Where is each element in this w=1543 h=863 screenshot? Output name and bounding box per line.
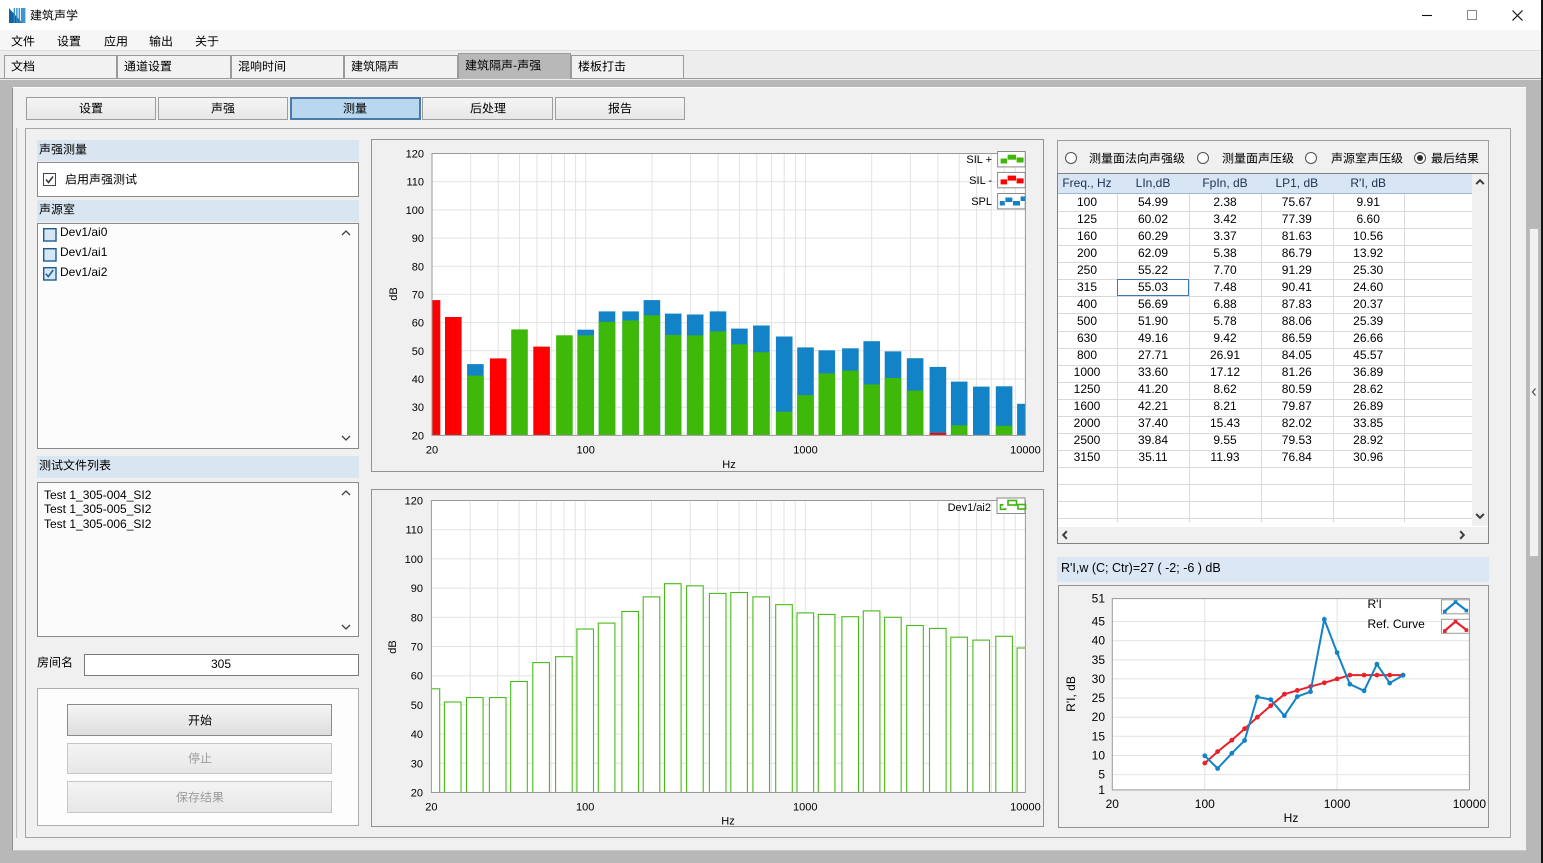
svg-text:20: 20	[411, 787, 423, 799]
svg-text:25: 25	[1092, 691, 1106, 705]
svg-text:30: 30	[1092, 671, 1106, 685]
svg-text:15: 15	[1092, 729, 1106, 743]
svg-text:10: 10	[1092, 748, 1106, 762]
svg-text:SPL: SPL	[971, 196, 992, 208]
svg-text:20: 20	[412, 430, 424, 442]
svg-text:30: 30	[411, 758, 423, 770]
svg-text:40: 40	[412, 374, 424, 386]
svg-text:R'I, dB: R'I, dB	[1064, 676, 1078, 712]
svg-text:40: 40	[1092, 633, 1106, 647]
svg-text:R'I: R'I	[1368, 597, 1382, 611]
svg-text:Ref. Curve: Ref. Curve	[1368, 617, 1426, 631]
svg-text:35: 35	[1092, 652, 1106, 666]
svg-text:70: 70	[412, 289, 424, 301]
svg-text:1000: 1000	[793, 801, 817, 813]
svg-text:90: 90	[412, 233, 424, 245]
svg-text:60: 60	[412, 318, 424, 330]
svg-text:100: 100	[405, 553, 423, 565]
svg-text:80: 80	[412, 261, 424, 273]
svg-text:51: 51	[1092, 591, 1106, 605]
svg-text:70: 70	[411, 641, 423, 653]
svg-text:dB: dB	[388, 287, 400, 300]
svg-text:50: 50	[411, 699, 423, 711]
svg-text:Hz: Hz	[722, 459, 735, 471]
svg-text:Dev1/ai2: Dev1/ai2	[948, 502, 991, 514]
svg-text:20: 20	[425, 801, 437, 813]
svg-text:110: 110	[406, 177, 424, 189]
svg-text:Hz: Hz	[1284, 811, 1299, 825]
svg-text:60: 60	[411, 670, 423, 682]
svg-text:50: 50	[412, 346, 424, 358]
svg-text:5: 5	[1098, 767, 1105, 781]
svg-text:1000: 1000	[1324, 797, 1351, 811]
svg-text:100: 100	[577, 445, 595, 457]
svg-text:10000: 10000	[1453, 797, 1487, 811]
svg-text:dB: dB	[387, 640, 399, 653]
svg-text:45: 45	[1092, 614, 1106, 628]
svg-text:10000: 10000	[1010, 801, 1041, 813]
svg-text:40: 40	[411, 729, 423, 741]
svg-text:20: 20	[426, 445, 438, 457]
svg-text:120: 120	[405, 495, 423, 507]
svg-text:20: 20	[1092, 710, 1106, 724]
svg-text:100: 100	[406, 205, 424, 217]
svg-text:20: 20	[1106, 797, 1120, 811]
svg-text:10000: 10000	[1010, 445, 1041, 457]
svg-text:30: 30	[412, 402, 424, 414]
svg-text:100: 100	[576, 801, 594, 813]
svg-text:100: 100	[1195, 797, 1215, 811]
svg-text:SIL -: SIL -	[969, 175, 992, 187]
svg-text:90: 90	[411, 583, 423, 595]
svg-text:SIL +: SIL +	[966, 154, 992, 166]
svg-text:110: 110	[405, 524, 423, 536]
svg-text:1: 1	[1098, 782, 1105, 796]
svg-text:120: 120	[406, 149, 424, 161]
svg-text:1000: 1000	[793, 445, 817, 457]
svg-text:80: 80	[411, 612, 423, 624]
svg-text:Hz: Hz	[721, 815, 734, 827]
